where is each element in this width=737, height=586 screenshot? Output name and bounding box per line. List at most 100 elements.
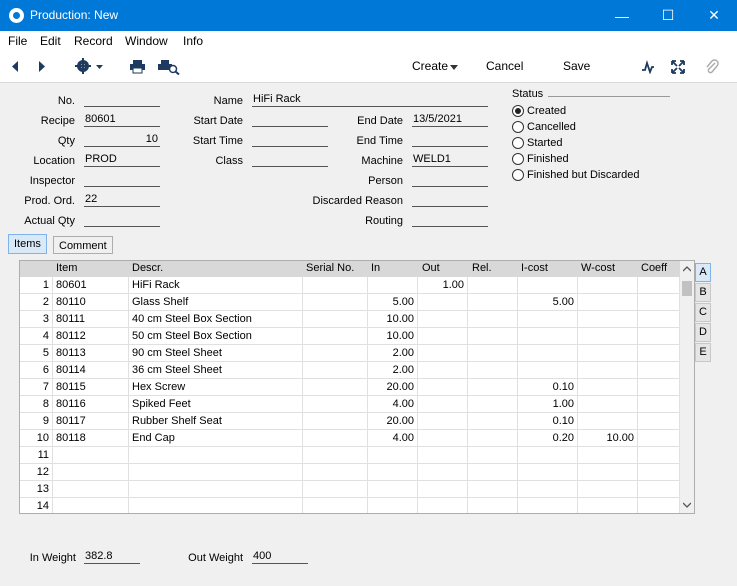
col-rel[interactable]: Rel. [472, 262, 492, 274]
status-option-finished-but-discarded[interactable]: Finished but Discarded [512, 167, 640, 182]
cell-in[interactable]: 5.00 [368, 294, 418, 311]
cell-descr[interactable]: End Cap [129, 430, 303, 447]
end-time-field[interactable] [412, 132, 488, 147]
radio-selected-icon[interactable] [512, 104, 524, 117]
radio-icon[interactable] [512, 152, 524, 165]
cell-serial[interactable] [303, 311, 368, 328]
cell-descr[interactable] [129, 447, 303, 464]
create-button[interactable]: Create [412, 59, 448, 73]
recipe-field[interactable]: 80601 [84, 112, 160, 127]
cell-rel[interactable] [468, 396, 518, 413]
minimize-icon[interactable]: — [599, 0, 645, 31]
grid-scrollbar[interactable] [680, 261, 694, 513]
cell-in[interactable] [368, 481, 418, 498]
cell-item[interactable] [53, 481, 129, 498]
cell-coeff[interactable] [638, 481, 680, 498]
table-row[interactable]: 12 [20, 464, 680, 481]
cell-serial[interactable] [303, 379, 368, 396]
cell-serial[interactable] [303, 328, 368, 345]
out-weight-field[interactable]: 400 [252, 549, 308, 564]
cell-wcost[interactable] [578, 311, 638, 328]
cell-in[interactable] [368, 464, 418, 481]
cell-item[interactable]: 80114 [53, 362, 129, 379]
cell-descr[interactable]: Rubber Shelf Seat [129, 413, 303, 430]
no-field[interactable] [84, 92, 160, 107]
person-field[interactable] [412, 172, 488, 187]
cell-icost[interactable] [518, 498, 578, 513]
cell-serial[interactable] [303, 413, 368, 430]
cell-icost[interactable]: 0.10 [518, 379, 578, 396]
cell-rel[interactable] [468, 311, 518, 328]
qty-field[interactable]: 10 [84, 132, 160, 147]
cell-coeff[interactable] [638, 311, 680, 328]
radio-icon[interactable] [512, 168, 524, 181]
cell-serial[interactable] [303, 294, 368, 311]
cell-serial[interactable] [303, 362, 368, 379]
cell-descr[interactable] [129, 481, 303, 498]
next-record-icon[interactable] [37, 60, 47, 73]
cell-coeff[interactable] [638, 396, 680, 413]
cell-wcost[interactable] [578, 277, 638, 294]
previous-record-icon[interactable] [10, 60, 20, 73]
cell-out[interactable] [418, 396, 468, 413]
print-icon[interactable] [129, 59, 146, 74]
cell-coeff[interactable] [638, 430, 680, 447]
cell-out[interactable] [418, 430, 468, 447]
cell-icost[interactable]: 5.00 [518, 294, 578, 311]
radio-icon[interactable] [512, 120, 524, 133]
cell-descr[interactable]: HiFi Rack [129, 277, 303, 294]
cell-item[interactable] [53, 498, 129, 513]
col-out[interactable]: Out [422, 262, 440, 274]
table-row[interactable]: 13 [20, 481, 680, 498]
cell-item[interactable] [53, 464, 129, 481]
cell-item[interactable]: 80118 [53, 430, 129, 447]
cell-serial[interactable] [303, 430, 368, 447]
col-descr[interactable]: Descr. [132, 262, 163, 274]
scroll-down-icon[interactable] [683, 502, 691, 508]
cell-out[interactable] [418, 362, 468, 379]
menu-info[interactable]: Info [183, 34, 203, 48]
table-row[interactable]: 5 80113 90 cm Steel Sheet 2.00 [20, 345, 680, 362]
cell-rel[interactable] [468, 362, 518, 379]
status-option-created[interactable]: Created [512, 103, 566, 118]
cell-out[interactable] [418, 345, 468, 362]
cell-out[interactable] [418, 379, 468, 396]
cell-in[interactable]: 4.00 [368, 430, 418, 447]
cell-icost[interactable] [518, 277, 578, 294]
cell-icost[interactable] [518, 464, 578, 481]
cell-serial[interactable] [303, 481, 368, 498]
table-row[interactable]: 7 80115 Hex Screw 20.00 0.10 [20, 379, 680, 396]
cell-item[interactable]: 80601 [53, 277, 129, 294]
cell-wcost[interactable] [578, 481, 638, 498]
card-tab-d[interactable]: D [695, 323, 711, 342]
table-row[interactable]: 6 80114 36 cm Steel Sheet 2.00 [20, 362, 680, 379]
maximize-icon[interactable]: ☐ [645, 0, 691, 31]
cell-wcost[interactable] [578, 413, 638, 430]
cell-coeff[interactable] [638, 328, 680, 345]
cell-in[interactable]: 2.00 [368, 362, 418, 379]
cell-in[interactable]: 10.00 [368, 328, 418, 345]
cell-serial[interactable] [303, 277, 368, 294]
cell-coeff[interactable] [638, 362, 680, 379]
cell-wcost[interactable] [578, 379, 638, 396]
status-option-started[interactable]: Started [512, 135, 562, 150]
cell-icost[interactable] [518, 481, 578, 498]
cell-coeff[interactable] [638, 277, 680, 294]
card-tab-a[interactable]: A [695, 263, 711, 282]
cell-rel[interactable] [468, 379, 518, 396]
activity-pulse-icon[interactable] [641, 60, 655, 74]
machine-field[interactable]: WELD1 [412, 152, 488, 167]
col-w-cost[interactable]: W-cost [581, 262, 615, 274]
close-icon[interactable]: ✕ [691, 0, 737, 31]
cell-rel[interactable] [468, 345, 518, 362]
menu-edit[interactable]: Edit [40, 34, 61, 48]
tab-comment[interactable]: Comment [53, 236, 113, 254]
col-coeff[interactable]: Coeff [641, 262, 667, 274]
location-field[interactable]: PROD [84, 152, 160, 167]
cell-descr[interactable] [129, 498, 303, 513]
cell-descr[interactable]: Glass Shelf [129, 294, 303, 311]
cell-wcost[interactable] [578, 396, 638, 413]
cell-coeff[interactable] [638, 294, 680, 311]
cell-rel[interactable] [468, 413, 518, 430]
cell-item[interactable]: 80110 [53, 294, 129, 311]
